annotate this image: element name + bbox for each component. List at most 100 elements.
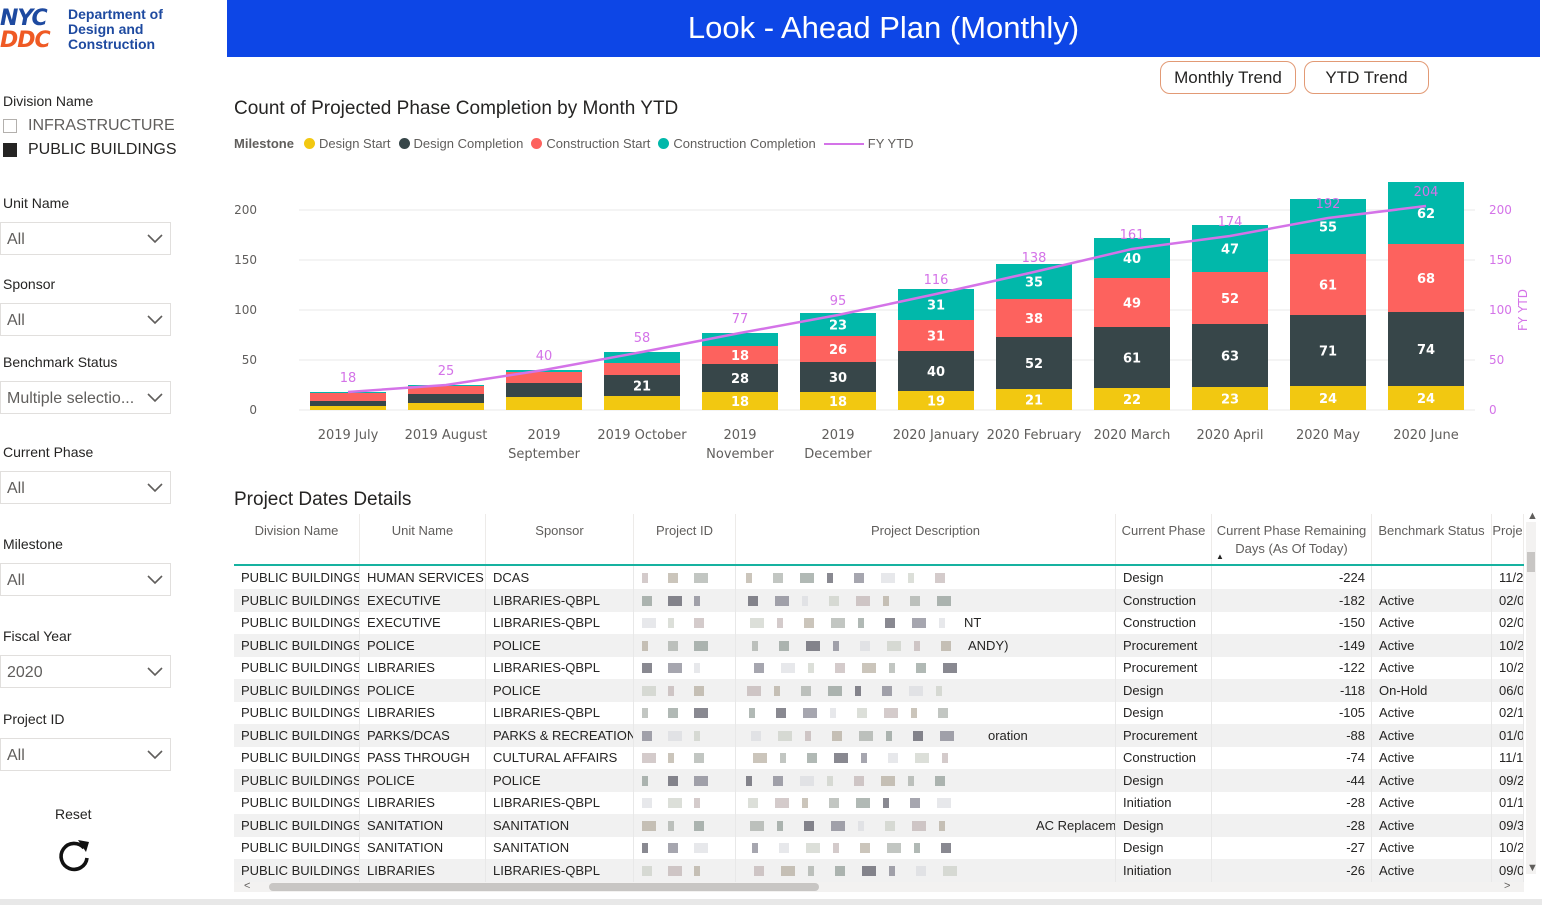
scroll-right-icon[interactable]: > (1504, 880, 1510, 892)
redacted-block (773, 573, 783, 583)
table-row[interactable]: PUBLIC BUILDINGS POLICE POLICE Design -118 On… (234, 678, 1524, 702)
table-cell: Design (1116, 701, 1212, 724)
current-phase-dropdown[interactable]: All (0, 471, 171, 504)
bar-data-label: 28 (731, 372, 749, 387)
unit-name-dropdown[interactable]: All (0, 222, 171, 255)
division-option-public-buildings[interactable]: PUBLIC BUILDINGS (3, 141, 176, 159)
redacted-block (694, 595, 700, 606)
table-cell: 11/1 (1492, 746, 1524, 769)
table-row[interactable]: PUBLIC BUILDINGS HUMAN SERVICES DCAS Design… (234, 566, 1524, 589)
table-row[interactable]: PUBLIC BUILDINGS POLICE POLICE ANDY) Procure… (234, 633, 1524, 657)
column-header[interactable]: Project ID (634, 514, 736, 564)
table-cell: DCAS (486, 566, 634, 589)
project-id-dropdown[interactable]: All (0, 738, 171, 771)
table-cell: ANDY) (736, 633, 1116, 657)
table-row[interactable]: PUBLIC BUILDINGS PARKS/DCAS PARKS & RECREA… (234, 723, 1524, 747)
legend-item-fy-ytd[interactable]: FY YTD (823, 136, 914, 151)
scroll-thumb[interactable] (1527, 552, 1535, 572)
table-cell: Active (1372, 836, 1492, 859)
table-row[interactable]: PUBLIC BUILDINGS EXECUTIVE LIBRARIES-QBPL C… (234, 588, 1524, 612)
redacted-block (883, 798, 889, 808)
chevron-down-icon (147, 315, 163, 325)
column-header[interactable]: Current Phase (1116, 514, 1212, 564)
table-row[interactable]: PUBLIC BUILDINGS PASS THROUGH CULTURAL AFF… (234, 746, 1524, 769)
legend-item-design-completion[interactable]: Design Completion (398, 136, 523, 151)
table-cell: 01/1 (1492, 791, 1524, 814)
table-cell: HUMAN SERVICES (360, 566, 486, 589)
column-header[interactable]: Sponsor (486, 514, 634, 564)
table-cell: 09/3 (1492, 813, 1524, 837)
table-cell: PUBLIC BUILDINGS (234, 566, 360, 589)
redacted-block (775, 595, 789, 606)
redacted-block (668, 843, 678, 853)
column-header[interactable]: Unit Name (360, 514, 486, 564)
table-cell: -26 (1212, 858, 1372, 882)
table-cell: 10/2 (1492, 656, 1524, 679)
table-cell: LIBRARIES-QBPL (486, 791, 634, 814)
ytd-trend-button[interactable]: YTD Trend (1304, 61, 1429, 94)
logo-text: Department of Design and Construction (68, 6, 163, 52)
bar-data-label: 47 (1221, 243, 1239, 258)
table-cell: Active (1372, 656, 1492, 679)
monthly-trend-button[interactable]: Monthly Trend (1160, 61, 1296, 94)
table-row[interactable]: PUBLIC BUILDINGS LIBRARIES LIBRARIES-QBPL I… (234, 791, 1524, 814)
checkbox-checked-icon (3, 143, 17, 157)
redacted-block (887, 640, 901, 651)
scroll-left-icon[interactable]: < (244, 880, 250, 892)
x-tick-label: 2019 (527, 428, 560, 443)
table-cell: PARKS & RECREATION (486, 723, 634, 747)
table-horizontal-scrollbar[interactable]: < > (234, 880, 1524, 892)
table-cell: Construction (1116, 611, 1212, 634)
table-cell (736, 746, 1116, 769)
table-cell: PUBLIC BUILDINGS (234, 746, 360, 769)
fiscal-year-dropdown[interactable]: 2020 (0, 655, 171, 688)
benchmark-status-dropdown[interactable]: Multiple selectio... (0, 381, 171, 414)
column-header[interactable]: Division Name (234, 514, 360, 564)
redacted-block (694, 708, 708, 718)
table-row[interactable]: PUBLIC BUILDINGS POLICE POLICE Design -44 Act… (234, 768, 1524, 792)
reset-icon[interactable] (56, 836, 92, 874)
scroll-thumb[interactable] (269, 883, 819, 891)
legend-dot-icon (303, 138, 315, 149)
redacted-block (694, 865, 700, 876)
table-row[interactable]: PUBLIC BUILDINGS LIBRARIES LIBRARIES-QBPL P… (234, 656, 1524, 679)
redacted-block (746, 573, 752, 583)
redacted-block (943, 663, 957, 673)
redacted-block (855, 685, 861, 696)
scroll-down-icon[interactable]: ▼ (1527, 862, 1538, 874)
column-header[interactable]: Project Description (736, 514, 1116, 564)
x-tick-label: 2020 June (1393, 428, 1459, 443)
column-header[interactable]: Benchmark Status (1372, 514, 1492, 564)
table-row[interactable]: PUBLIC BUILDINGS SANITATION SANITATION AC R… (234, 813, 1524, 837)
redacted-block (807, 753, 817, 763)
redacted-block (858, 618, 864, 628)
table-cell: LIBRARIES-QBPL (486, 656, 634, 679)
chevron-down-icon (147, 393, 163, 403)
legend-line-icon (823, 142, 864, 145)
scroll-up-icon[interactable]: ▲ (1527, 510, 1538, 522)
table-row[interactable]: PUBLIC BUILDINGS EXECUTIVE LIBRARIES-QBPL N… (234, 611, 1524, 634)
table-row[interactable]: PUBLIC BUILDINGS LIBRARIES LIBRARIES-QBPL D… (234, 701, 1524, 724)
line-data-label: 204 (1414, 185, 1439, 200)
legend-item-construction-completion[interactable]: Construction Completion (658, 136, 816, 151)
column-header[interactable]: Proje (1492, 514, 1524, 564)
column-header[interactable]: Current Phase Remaining Days (As Of Toda… (1212, 514, 1372, 564)
table-cell: PUBLIC BUILDINGS (234, 611, 360, 634)
table-row[interactable]: PUBLIC BUILDINGS SANITATION SANITATION Desi… (234, 836, 1524, 859)
redacted-block (694, 663, 700, 673)
table-vertical-scrollbar[interactable]: ▲ ▼ (1526, 510, 1538, 874)
line-data-label: 174 (1218, 215, 1243, 230)
bar-segment (604, 363, 680, 375)
legend-item-construction-start[interactable]: Construction Start (531, 136, 650, 151)
milestone-dropdown[interactable]: All (0, 563, 171, 596)
y2-tick-label: 200 (1489, 203, 1512, 217)
legend-item-design-start[interactable]: Design Start (303, 136, 391, 151)
redacted-block (777, 820, 783, 831)
sponsor-dropdown[interactable]: All (0, 303, 171, 336)
chevron-down-icon (147, 750, 163, 760)
table-row[interactable]: PUBLIC BUILDINGS LIBRARIES LIBRARIES-QBPL I… (234, 858, 1524, 882)
division-option-infrastructure[interactable]: INFRASTRUCTURE (3, 117, 175, 135)
redacted-block (747, 685, 761, 696)
redacted-block (775, 798, 789, 808)
redacted-block (830, 708, 836, 718)
